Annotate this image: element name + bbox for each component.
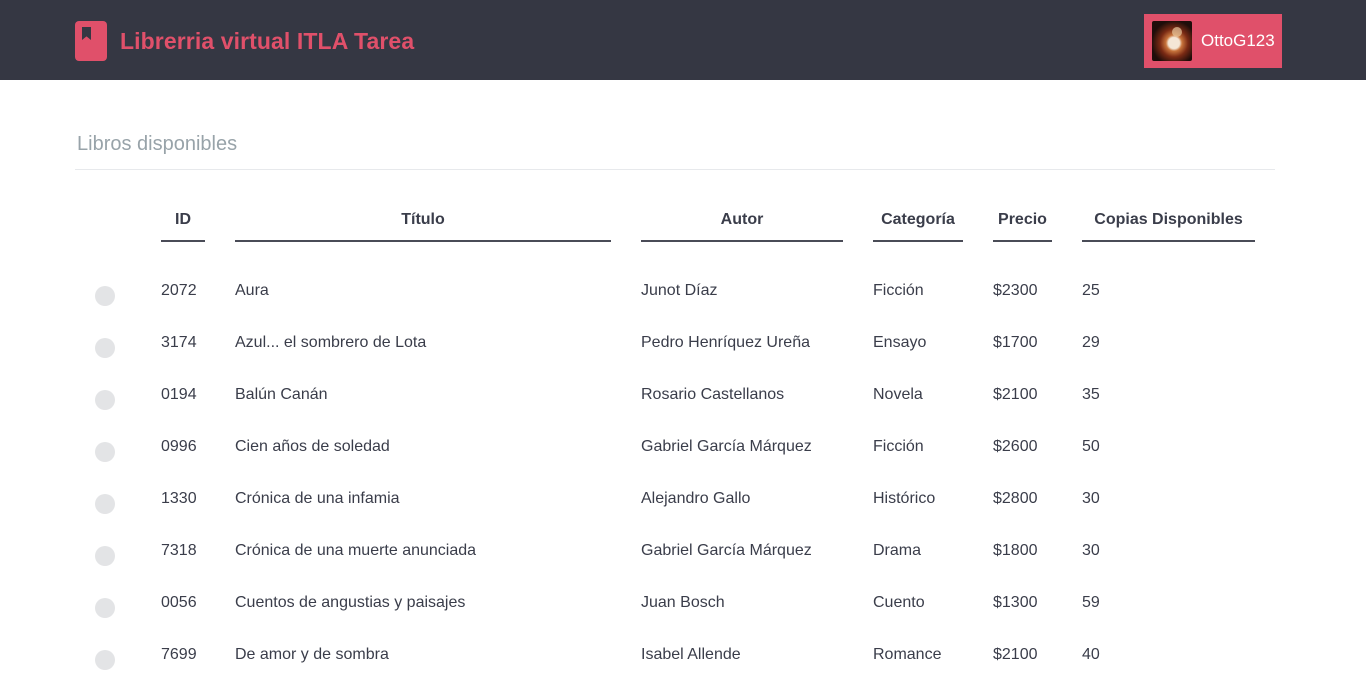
cell-categoria: Novela xyxy=(873,386,923,403)
user-name: OttoG123 xyxy=(1201,31,1275,50)
cell-titulo: Aura xyxy=(235,282,269,299)
cell-id: 7699 xyxy=(161,646,197,663)
table-row[interactable]: 2072 Aura Junot Díaz Ficción $2300 25 xyxy=(0,281,1366,333)
cell-id: 1330 xyxy=(161,490,197,507)
brand[interactable]: Librerria virtual ITLA Tarea xyxy=(75,21,414,61)
cell-categoria: Drama xyxy=(873,542,922,559)
cell-precio: $1800 xyxy=(993,542,1038,559)
divider xyxy=(75,169,1275,170)
column-header-id[interactable]: ID xyxy=(161,211,205,242)
cell-precio: $1700 xyxy=(993,334,1038,351)
table-row[interactable]: 0194 Balún Canán Rosario Castellanos Novela… xyxy=(0,385,1366,437)
cell-titulo: Cuentos de angustias y paisajes xyxy=(235,594,466,611)
cell-precio: $2300 xyxy=(993,282,1038,299)
cell-id: 0056 xyxy=(161,594,197,611)
cell-autor: Gabriel García Márquez xyxy=(641,438,812,455)
row-select-radio[interactable] xyxy=(95,338,115,358)
cell-autor: Rosario Castellanos xyxy=(641,386,785,403)
cell-precio: $2100 xyxy=(993,386,1038,403)
cell-id: 0194 xyxy=(161,386,197,403)
user-menu-button[interactable]: OttoG123 xyxy=(1144,14,1282,68)
cell-autor: Gabriel García Márquez xyxy=(641,542,812,559)
cell-id: 7318 xyxy=(161,542,197,559)
cell-titulo: Crónica de una muerte anunciada xyxy=(235,542,477,559)
cell-autor: Isabel Allende xyxy=(641,646,741,663)
cell-copias: 30 xyxy=(1082,490,1100,507)
row-select-radio[interactable] xyxy=(95,442,115,462)
cell-copias: 25 xyxy=(1082,282,1100,299)
cell-copias: 50 xyxy=(1082,438,1100,455)
cell-copias: 40 xyxy=(1082,646,1100,663)
app-title: Librerria virtual ITLA Tarea xyxy=(120,27,415,54)
row-select-radio[interactable] xyxy=(95,390,115,410)
cell-categoria: Romance xyxy=(873,646,942,663)
table-row[interactable]: 7318 Crónica de una muerte anunciada Gabri… xyxy=(0,541,1366,593)
cell-id: 0996 xyxy=(161,438,197,455)
cell-copias: 35 xyxy=(1082,386,1100,403)
table-row[interactable]: 1330 Crónica de una infamia Alejandro Gall… xyxy=(0,489,1366,541)
cell-copias: 30 xyxy=(1082,542,1100,559)
row-select-radio[interactable] xyxy=(95,546,115,566)
cell-copias: 59 xyxy=(1082,594,1100,611)
cell-autor: Pedro Henríquez Ureña xyxy=(641,334,810,351)
cell-titulo: Cien años de soledad xyxy=(235,438,390,455)
cell-categoria: Ficción xyxy=(873,282,924,299)
top-navbar: Librerria virtual ITLA Tarea OttoG123 xyxy=(0,0,1366,80)
cell-copias: 29 xyxy=(1082,334,1100,351)
cell-categoria: Histórico xyxy=(873,490,936,507)
table-row[interactable]: 0996 Cien años de soledad Gabriel García M… xyxy=(0,437,1366,489)
cell-autor: Juan Bosch xyxy=(641,594,725,611)
cell-categoria: Ficción xyxy=(873,438,924,455)
cell-precio: $2600 xyxy=(993,438,1038,455)
cell-categoria: Ensayo xyxy=(873,334,927,351)
column-header-categoria[interactable]: Categoría xyxy=(873,211,963,242)
cell-precio: $2800 xyxy=(993,490,1038,507)
page-title: Libros disponibles xyxy=(77,133,238,155)
column-header-autor[interactable]: Autor xyxy=(641,211,843,242)
avatar xyxy=(1152,21,1192,61)
cell-precio: $2100 xyxy=(993,646,1038,663)
column-header-titulo[interactable]: Título xyxy=(235,211,611,242)
row-select-radio[interactable] xyxy=(95,650,115,670)
column-header-copias[interactable]: Copias Disponibles xyxy=(1082,211,1255,242)
cell-categoria: Cuento xyxy=(873,594,925,611)
row-select-radio[interactable] xyxy=(95,598,115,618)
table-row[interactable]: 3174 Azul... el sombrero de Lota Pedro Hen… xyxy=(0,333,1366,385)
row-select-radio[interactable] xyxy=(95,286,115,306)
row-select-radio[interactable] xyxy=(95,494,115,514)
cell-id: 2072 xyxy=(161,282,197,299)
table-row[interactable]: 7699 De amor y de sombra Isabel Allende Rom… xyxy=(0,645,1366,697)
cell-autor: Junot Díaz xyxy=(641,282,718,299)
bookmark-icon xyxy=(75,21,107,61)
table-row[interactable]: 0056 Cuentos de angustias y paisajes Juan … xyxy=(0,593,1366,645)
cell-titulo: Azul... el sombrero de Lota xyxy=(235,334,427,351)
cell-id: 3174 xyxy=(161,334,197,351)
column-header-precio[interactable]: Precio xyxy=(993,211,1052,242)
cell-titulo: Balún Canán xyxy=(235,386,328,403)
cell-titulo: De amor y de sombra xyxy=(235,646,389,663)
cell-precio: $1300 xyxy=(993,594,1038,611)
cell-titulo: Crónica de una infamia xyxy=(235,490,400,507)
cell-autor: Alejandro Gallo xyxy=(641,490,751,507)
